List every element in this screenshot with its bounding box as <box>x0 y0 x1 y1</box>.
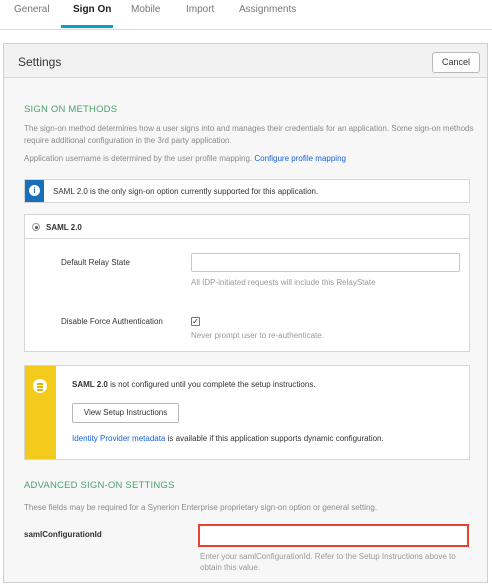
setup-notice: SAML 2.0 is not configured until you com… <box>24 365 470 460</box>
config-id-input[interactable] <box>198 524 469 547</box>
sign-on-methods-heading: SIGN ON METHODS <box>24 104 118 115</box>
tab-assignments[interactable]: Assignments <box>239 4 296 15</box>
advanced-settings-heading: ADVANCED SIGN-ON SETTINGS <box>24 480 175 491</box>
setup-notice-bold: SAML 2.0 <box>72 380 108 389</box>
force-auth-checkbox[interactable]: ✓ <box>191 317 200 326</box>
tab-mobile[interactable]: Mobile <box>131 4 160 15</box>
configure-profile-mapping-link[interactable]: Configure profile mapping <box>254 154 346 163</box>
info-callout-text: SAML 2.0 is the only sign-on option curr… <box>53 187 319 196</box>
force-auth-label: Disable Force Authentication <box>61 317 163 326</box>
metadata-text-rest: is available if this application support… <box>165 434 384 443</box>
setup-notice-strip <box>25 366 56 459</box>
metadata-text: Identity Provider metadata is available … <box>72 434 384 443</box>
info-icon-strip: i <box>25 180 44 202</box>
info-callout: i SAML 2.0 is the only sign-on option cu… <box>24 179 470 203</box>
settings-header: Settings Cancel <box>4 44 487 78</box>
settings-panel: Settings Cancel SIGN ON METHODS The sign… <box>3 43 488 583</box>
advanced-settings-description: These fields may be required for a Syner… <box>24 503 378 512</box>
username-mapping-label: Application username is determined by th… <box>24 154 253 163</box>
username-mapping-text: Application username is determined by th… <box>24 153 474 165</box>
relay-state-input[interactable] <box>191 253 460 272</box>
force-auth-hint: Never prompt user to re-authenticate. <box>191 331 324 340</box>
saml-options-panel: SAML 2.0 Default Relay State All IDP-ini… <box>24 214 470 352</box>
tab-general[interactable]: General <box>14 4 50 15</box>
tab-import[interactable]: Import <box>186 4 214 15</box>
relay-state-hint: All IDP-initiated requests will include … <box>191 278 376 287</box>
info-icon: i <box>29 185 40 196</box>
relay-state-label: Default Relay State <box>61 258 130 267</box>
sign-on-methods-description: The sign-on method determines how a user… <box>24 124 474 145</box>
view-setup-instructions-button[interactable]: View Setup Instructions <box>72 403 179 423</box>
saml-option-header: SAML 2.0 <box>25 215 469 239</box>
active-tab-indicator <box>61 25 113 28</box>
config-id-hint: Enter your samlConfigurationId. Refer to… <box>200 552 456 572</box>
tab-sign-on[interactable]: Sign On <box>73 4 111 15</box>
checkbox-check-icon: ✓ <box>192 317 199 326</box>
setup-notice-rest: is not configured until you complete the… <box>107 380 316 389</box>
saml-radio-button[interactable] <box>32 223 40 231</box>
tab-bar: General Sign On Mobile Import Assignment… <box>0 0 492 30</box>
setup-notice-text: SAML 2.0 is not configured until you com… <box>72 380 316 389</box>
config-id-label: samlConfigurationId <box>24 530 102 539</box>
notice-list-icon <box>33 379 47 393</box>
saml-option-label: SAML 2.0 <box>46 223 82 232</box>
cancel-button[interactable]: Cancel <box>432 52 480 73</box>
identity-provider-metadata-link[interactable]: Identity Provider metadata <box>72 434 165 443</box>
page-title: Settings <box>18 55 62 69</box>
